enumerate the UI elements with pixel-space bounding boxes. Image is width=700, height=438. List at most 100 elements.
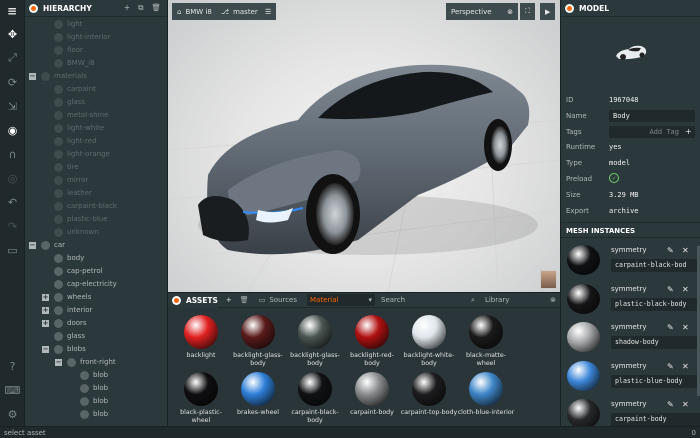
tree-item[interactable]: light-interior	[25, 31, 167, 44]
edit-icon[interactable]: ✎	[667, 323, 674, 332]
launch-button[interactable]: ▶	[540, 3, 556, 20]
tags-input[interactable]: Add Tag	[609, 125, 695, 138]
tree-item[interactable]: plastic-blue	[25, 213, 167, 226]
duplicate-icon[interactable]: ⧉	[138, 3, 143, 13]
translate-icon[interactable]: ⤢	[0, 46, 25, 70]
tree-item[interactable]: light	[25, 18, 167, 31]
add-tag-icon[interactable]: +	[685, 127, 692, 136]
tree-item[interactable]: unknown	[25, 226, 167, 239]
asset-thumbnail[interactable]: carpaint-body	[343, 372, 401, 417]
remove-icon[interactable]: ✕	[682, 285, 689, 294]
comment-icon[interactable]: ▭	[0, 238, 25, 262]
delete-asset-icon[interactable]: 🗑	[240, 296, 249, 304]
material-field[interactable]: plastic-black-body	[611, 297, 700, 311]
tree-item[interactable]: leather	[25, 187, 167, 200]
expand-icon[interactable]: +	[42, 307, 49, 314]
tree-item[interactable]: blob	[25, 369, 167, 382]
inspector-collapse-icon[interactable]	[565, 3, 574, 13]
tree-item[interactable]: blob	[25, 382, 167, 395]
tree-item[interactable]: cap-petrol	[25, 265, 167, 278]
eye-icon[interactable]: ◎	[0, 166, 25, 190]
collapse-icon[interactable]: −	[42, 346, 49, 353]
asset-thumbnail[interactable]: carpaint-top-body	[400, 372, 458, 417]
tree-item[interactable]: + interior	[25, 304, 167, 317]
remove-icon[interactable]: ✕	[682, 400, 689, 409]
filter-select[interactable]: Material ▾	[307, 294, 376, 306]
close-assets-icon[interactable]: ⊗	[550, 296, 556, 304]
sources-tab[interactable]: Sources	[269, 296, 297, 304]
world-icon[interactable]: ◉	[0, 118, 25, 142]
tree-item[interactable]: metal-shine	[25, 109, 167, 122]
collapse-icon[interactable]: −	[29, 73, 36, 80]
asset-thumbnail[interactable]: backlight	[172, 315, 230, 360]
edit-icon[interactable]: ✎	[667, 362, 674, 371]
edit-icon[interactable]: ✎	[667, 246, 674, 255]
redo-icon[interactable]: ↷	[0, 214, 25, 238]
material-field[interactable]: carpaint-black-bod	[611, 259, 700, 272]
library-tab[interactable]: Library	[485, 296, 509, 304]
camera-select[interactable]: Perspective ⊗	[446, 3, 518, 20]
tree-item[interactable]: − front-right	[25, 356, 167, 369]
settings-icon[interactable]: ⚙	[0, 402, 25, 426]
tree-item[interactable]: glass	[25, 96, 167, 109]
collapse-icon[interactable]: −	[29, 242, 36, 249]
fullscreen-button[interactable]: ⛶	[520, 3, 535, 20]
remove-icon[interactable]: ✕	[682, 246, 689, 255]
magnet-icon[interactable]: ∩	[0, 142, 25, 166]
undo-icon[interactable]: ↶	[0, 190, 25, 214]
add-entity-icon[interactable]: +	[124, 3, 130, 13]
asset-thumbnail[interactable]: cloth-blue-interior	[457, 372, 515, 417]
viewport[interactable]: ⌂ BMW i8 ⎇ master ☰ Perspective ⊗ ⛶ ▶	[168, 0, 560, 292]
select-icon[interactable]: ✥	[0, 22, 25, 46]
asset-thumbnail[interactable]: backlight-glass-body	[286, 315, 344, 368]
tree-item[interactable]: carpaint	[25, 83, 167, 96]
help-icon[interactable]: ?	[0, 354, 25, 378]
expand-icon[interactable]: +	[42, 294, 49, 301]
tree-item[interactable]: tire	[25, 161, 167, 174]
tree-item[interactable]: + wheels	[25, 291, 167, 304]
tree-item[interactable]: floor	[25, 44, 167, 57]
viewport-menu-button[interactable]: ☰	[260, 3, 277, 20]
asset-thumbnail[interactable]: backlight-white-body	[400, 315, 458, 368]
material-field[interactable]: shadow-body	[611, 336, 700, 349]
asset-thumbnail[interactable]: backlight-glass-body	[229, 315, 287, 368]
asset-thumbnail[interactable]: backlight-red-body	[343, 315, 401, 368]
tree-item[interactable]: blob	[25, 408, 167, 421]
tree-item[interactable]: light-white	[25, 122, 167, 135]
asset-thumbnail[interactable]: black-plastic-wheel	[172, 372, 230, 425]
tree-item[interactable]: body	[25, 252, 167, 265]
keyboard-icon[interactable]: ⌨	[0, 378, 25, 402]
tree-item[interactable]: glass	[25, 330, 167, 343]
scale-icon[interactable]: ⇲	[0, 94, 25, 118]
tree-item[interactable]: + doors	[25, 317, 167, 330]
collapse-icon[interactable]: −	[55, 359, 62, 366]
tree-item[interactable]: mirror	[25, 174, 167, 187]
branch-button[interactable]: ⎇ master	[216, 3, 263, 20]
tree-item[interactable]: light-red	[25, 135, 167, 148]
name-field[interactable]: Body	[609, 109, 695, 122]
expand-icon[interactable]: +	[42, 320, 49, 327]
user-avatar[interactable]	[540, 270, 557, 289]
asset-search-input[interactable]: Search	[381, 296, 471, 304]
rotate-icon[interactable]: ⟳	[0, 70, 25, 94]
tree-item[interactable]: − materials	[25, 70, 167, 83]
tree-item[interactable]: BMW_i8	[25, 57, 167, 70]
material-field[interactable]: carpaint-body	[611, 413, 700, 426]
tree-item[interactable]: carpaint-black	[25, 200, 167, 213]
asset-thumbnail[interactable]: carpaint-black-body	[286, 372, 344, 425]
logo-icon[interactable]: ≡	[0, 0, 24, 22]
tree-item[interactable]: blob	[25, 395, 167, 408]
tree-item[interactable]: cap-electricity	[25, 278, 167, 291]
tree-item[interactable]: light-orange	[25, 148, 167, 161]
edit-icon[interactable]: ✎	[667, 285, 674, 294]
hierarchy-collapse-icon[interactable]	[29, 3, 38, 13]
remove-icon[interactable]: ✕	[682, 362, 689, 371]
assets-collapse-icon[interactable]	[172, 295, 181, 305]
delete-icon[interactable]: 🗑	[151, 3, 161, 13]
material-field[interactable]: plastic-blue-body	[611, 374, 700, 388]
tree-item[interactable]: − car	[25, 239, 167, 252]
asset-thumbnail[interactable]: black-matte-wheel	[457, 315, 515, 368]
add-asset-icon[interactable]: +	[226, 296, 232, 304]
project-button[interactable]: ⌂ BMW i8	[172, 3, 217, 20]
tree-item[interactable]: − blobs	[25, 343, 167, 356]
